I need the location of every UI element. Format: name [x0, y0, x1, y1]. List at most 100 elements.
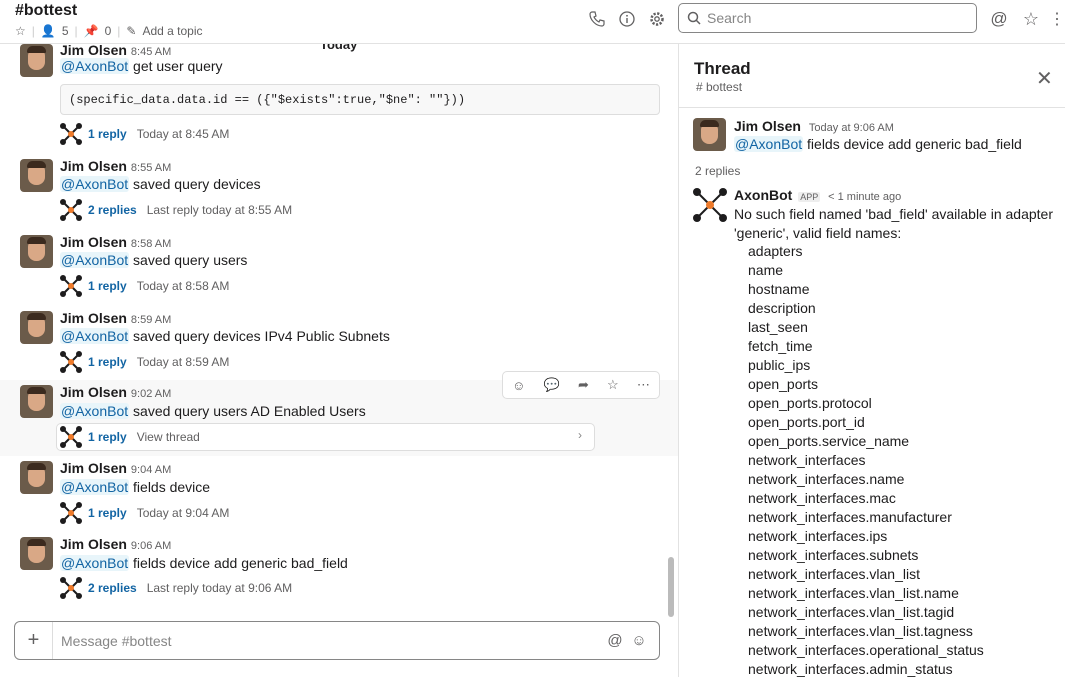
member-count[interactable]: 5 — [62, 24, 69, 38]
info-icon[interactable] — [617, 9, 637, 29]
reply-time: Last reply today at 8:55 AM — [146, 203, 293, 217]
reply-time: Today at 8:45 AM — [136, 127, 230, 141]
message-time[interactable]: 8:58 AM — [131, 238, 171, 250]
reply-count[interactable]: 1 reply — [88, 355, 127, 369]
message-time[interactable]: 8:45 AM — [131, 46, 171, 58]
thread-header: Thread # bottest ✕ — [679, 44, 1065, 108]
message-author[interactable]: Jim Olsen 8:59 AM — [60, 310, 171, 326]
avatar[interactable] — [20, 385, 53, 418]
thread-parent-author[interactable]: Jim Olsen Today at 9:06 AM — [734, 118, 894, 134]
message-author[interactable]: Jim Olsen 9:02 AM — [60, 384, 171, 400]
mentions-icon[interactable]: @ — [989, 9, 1009, 29]
thread-replies[interactable]: 1 reply Today at 8:59 AM — [60, 350, 229, 374]
thread-reply-time[interactable]: < 1 minute ago — [828, 191, 901, 203]
thread-replies[interactable]: 1 reply Today at 8:45 AM — [60, 122, 229, 146]
mention-link[interactable]: @AxonBot — [60, 176, 130, 192]
avatar[interactable] — [20, 461, 53, 494]
message-author[interactable]: Jim Olsen 9:06 AM — [60, 536, 171, 552]
reply-count[interactable]: 1 reply — [88, 127, 127, 141]
members-icon[interactable]: 👤 — [41, 24, 56, 38]
thread-parent-text: @AxonBot fields device add generic bad_f… — [734, 136, 1022, 152]
reply-in-thread-icon[interactable]: 💬 — [544, 377, 560, 393]
message-time[interactable]: 9:04 AM — [131, 464, 171, 476]
message-text: @AxonBot fields device — [60, 479, 211, 495]
search-input[interactable]: Search — [678, 3, 977, 33]
mention-link[interactable]: @AxonBot — [60, 252, 130, 268]
thread-replies[interactable]: 2 replies Last reply today at 8:55 AM — [60, 198, 292, 222]
search-placeholder: Search — [707, 10, 752, 26]
scrollbar[interactable] — [668, 557, 674, 617]
axonbot-avatar-icon — [60, 199, 82, 221]
gear-icon[interactable] — [647, 9, 667, 29]
reply-count[interactable]: 1 reply — [88, 430, 127, 444]
message-author[interactable]: Jim Olsen 8:45 AM — [60, 44, 171, 58]
reply-count[interactable]: 2 replies — [88, 203, 137, 217]
phone-icon[interactable] — [587, 9, 607, 29]
date-divider: Today — [312, 44, 366, 52]
add-topic-link[interactable]: Add a topic — [142, 24, 202, 38]
thread-replies[interactable]: 1 reply Today at 8:58 AM — [60, 274, 229, 298]
avatar[interactable] — [20, 159, 53, 192]
more-vertical-icon[interactable]: ⋮ — [1047, 9, 1065, 29]
composer-placeholder[interactable]: Message #bottest — [61, 633, 603, 649]
reply-count[interactable]: 1 reply — [88, 279, 127, 293]
reply-count[interactable]: 2 replies — [88, 581, 137, 595]
reply-time: Last reply today at 9:06 AM — [146, 581, 293, 595]
mention-icon[interactable]: @ — [603, 632, 627, 649]
thread-replies[interactable]: 1 reply View thread — [60, 425, 200, 449]
mention-link[interactable]: @AxonBot — [60, 479, 130, 495]
mention-link[interactable]: @AxonBot — [60, 555, 130, 571]
avatar[interactable] — [20, 537, 53, 570]
message-author[interactable]: Jim Olsen 9:04 AM — [60, 460, 171, 476]
message-time[interactable]: 8:59 AM — [131, 314, 171, 326]
pencil-icon[interactable]: ✎ — [126, 24, 136, 38]
message-time[interactable]: 9:06 AM — [131, 540, 171, 552]
avatar[interactable] — [20, 235, 53, 268]
mention-link[interactable]: @AxonBot — [60, 403, 130, 419]
add-attachment-icon[interactable]: + — [15, 622, 53, 659]
pin-count[interactable]: 0 — [105, 24, 112, 38]
mention-link[interactable]: @AxonBot — [60, 58, 130, 74]
add-reaction-icon[interactable]: ☺ — [512, 378, 525, 393]
message-composer[interactable]: + Message #bottest @ ☺ — [14, 621, 660, 660]
thread-replies[interactable]: 1 reply Today at 9:04 AM — [60, 501, 229, 525]
mention-link[interactable]: @AxonBot — [60, 328, 130, 344]
field-name-item: network_interfaces.manufacturer — [748, 509, 952, 525]
message-author[interactable]: Jim Olsen 8:55 AM — [60, 158, 171, 174]
emoji-icon[interactable]: ☺ — [627, 632, 651, 649]
thread-channel[interactable]: # bottest — [696, 80, 742, 94]
view-thread-link[interactable]: View thread — [137, 430, 200, 444]
channel-meta: ☆ | 👤 5 | 📌 0 | ✎ Add a topic — [15, 24, 203, 38]
axonbot-avatar-icon — [60, 275, 82, 297]
avatar[interactable] — [20, 44, 53, 77]
avatar[interactable] — [693, 118, 726, 151]
reply-count[interactable]: 1 reply — [88, 506, 127, 520]
pin-icon[interactable]: 📌 — [84, 24, 99, 38]
thread-reply-author[interactable]: AxonBot APP < 1 minute ago — [734, 187, 901, 203]
axonbot-avatar-icon — [60, 351, 82, 373]
field-name-item: open_ports.protocol — [748, 395, 872, 411]
star-icon[interactable]: ☆ — [15, 24, 26, 38]
more-actions-icon[interactable]: ⋯ — [637, 377, 650, 393]
thread-replies[interactable]: 2 replies Last reply today at 9:06 AM — [60, 576, 292, 600]
chevron-right-icon[interactable]: › — [578, 428, 582, 442]
field-name-item: network_interfaces.vlan_list — [748, 566, 920, 582]
message-item: Jim Olsen 9:06 AM @AxonBot fields device … — [0, 534, 678, 604]
message-time[interactable]: 9:02 AM — [131, 388, 171, 400]
avatar[interactable] — [20, 311, 53, 344]
close-icon[interactable]: ✕ — [1036, 66, 1053, 91]
axonbot-avatar-icon — [60, 123, 82, 145]
message-time[interactable]: 8:55 AM — [131, 162, 171, 174]
save-star-icon[interactable]: ☆ — [607, 377, 619, 393]
message-author[interactable]: Jim Olsen 8:58 AM — [60, 234, 171, 250]
thread-parent-time[interactable]: Today at 9:06 AM — [809, 122, 894, 134]
message-item: Jim Olsen 8:58 AM @AxonBot saved query us… — [0, 230, 678, 300]
field-name-item: open_ports.port_id — [748, 414, 865, 430]
mention-link[interactable]: @AxonBot — [734, 136, 804, 152]
channel-header: #bottest ☆ | 👤 5 | 📌 0 | ✎ Add a topic Search … — [0, 0, 1065, 44]
axonbot-avatar[interactable] — [693, 188, 727, 222]
saved-star-icon[interactable]: ☆ — [1021, 9, 1041, 29]
share-icon[interactable]: ➦ — [578, 377, 589, 393]
field-name-item: network_interfaces.vlan_list.tagness — [748, 623, 973, 639]
channel-name[interactable]: #bottest — [15, 2, 77, 20]
